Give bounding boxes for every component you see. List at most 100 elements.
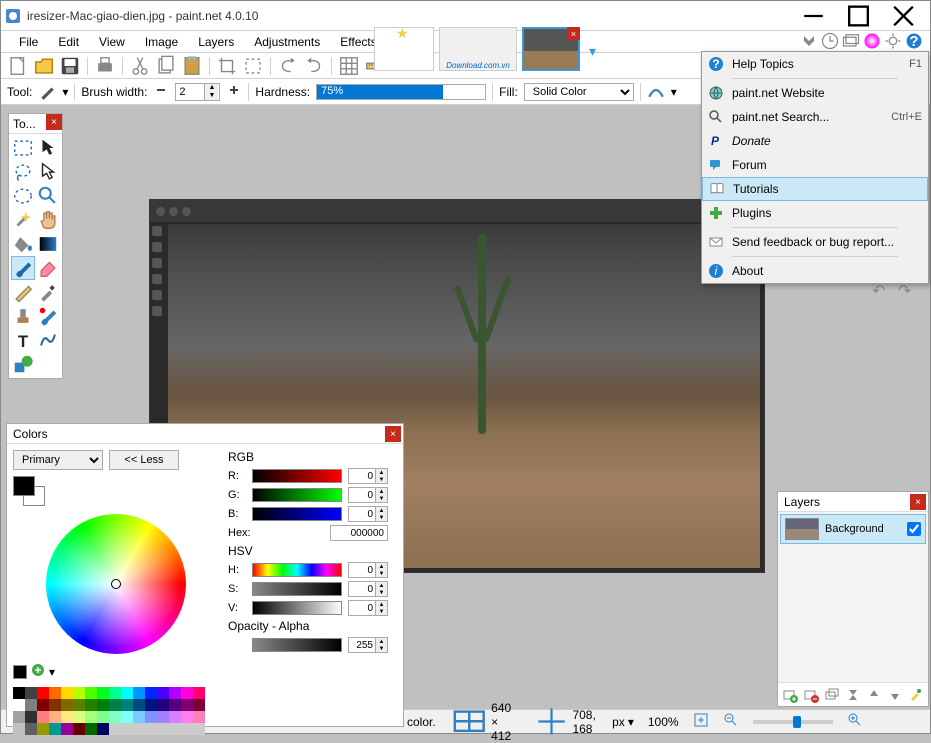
tool-move-pixels[interactable] xyxy=(36,160,60,184)
layer-duplicate-icon[interactable] xyxy=(824,687,840,703)
palette-add-icon[interactable] xyxy=(30,662,46,681)
r-input[interactable]: ▲▼ xyxy=(348,468,388,484)
history-undo-icon[interactable]: ↶ xyxy=(872,281,892,301)
tool-zoom[interactable] xyxy=(36,184,60,208)
palette-color[interactable] xyxy=(25,699,37,711)
brush-width-decrease-icon[interactable] xyxy=(153,82,169,101)
tool-move-selection[interactable] xyxy=(36,136,60,160)
current-color-swatch[interactable] xyxy=(13,665,27,679)
s-slider[interactable] xyxy=(252,582,342,596)
hardness-slider[interactable]: 75% xyxy=(316,84,486,100)
save-file-icon[interactable] xyxy=(59,55,81,77)
palette-color[interactable] xyxy=(193,687,205,699)
v-slider[interactable] xyxy=(252,601,342,615)
layer-visibility-checkbox[interactable] xyxy=(907,522,921,536)
palette-color[interactable] xyxy=(109,711,121,723)
palette-color[interactable] xyxy=(73,723,85,735)
palette-color[interactable] xyxy=(73,711,85,723)
palette-color[interactable] xyxy=(37,699,49,711)
foreground-color-swatch[interactable] xyxy=(13,476,35,496)
palette-color[interactable] xyxy=(133,687,145,699)
palette-color[interactable] xyxy=(121,723,133,735)
menu-image[interactable]: Image xyxy=(135,32,188,52)
crop-icon[interactable] xyxy=(216,55,238,77)
palette-color[interactable] xyxy=(13,711,25,723)
palette-color[interactable] xyxy=(49,723,61,735)
h-input[interactable]: ▲▼ xyxy=(348,562,388,578)
palette-color[interactable] xyxy=(145,711,157,723)
palette-color[interactable] xyxy=(169,723,181,735)
palette-color[interactable] xyxy=(145,723,157,735)
g-slider[interactable] xyxy=(252,488,342,502)
history-toggle-icon[interactable] xyxy=(820,31,840,51)
tool-rectangle-select[interactable] xyxy=(11,136,35,160)
tool-line[interactable] xyxy=(36,328,60,352)
menu-file[interactable]: File xyxy=(9,32,48,52)
tool-color-picker[interactable] xyxy=(36,280,60,304)
cut-icon[interactable] xyxy=(129,55,151,77)
history-redo-icon[interactable]: ↷ xyxy=(898,281,918,301)
tool-pan[interactable] xyxy=(36,208,60,232)
tool-lasso-select[interactable] xyxy=(11,160,35,184)
palette-color[interactable] xyxy=(25,723,37,735)
palette-color[interactable] xyxy=(85,687,97,699)
menu-edit[interactable]: Edit xyxy=(48,32,89,52)
open-file-icon[interactable] xyxy=(33,55,55,77)
color-palette[interactable] xyxy=(13,687,218,735)
palette-color[interactable] xyxy=(37,687,49,699)
palette-color[interactable] xyxy=(37,711,49,723)
g-input[interactable]: ▲▼ xyxy=(348,487,388,503)
tool-pencil[interactable] xyxy=(11,280,35,304)
palette-color[interactable] xyxy=(181,711,193,723)
tool-ellipse-select[interactable] xyxy=(11,184,35,208)
help-menu-about[interactable]: i About xyxy=(702,259,928,283)
zoom-slider[interactable] xyxy=(753,720,833,724)
palette-color[interactable] xyxy=(121,711,133,723)
tool-shapes[interactable] xyxy=(11,352,35,376)
tool-paintbrush[interactable] xyxy=(11,256,35,280)
palette-color[interactable] xyxy=(73,687,85,699)
alpha-slider[interactable] xyxy=(252,638,342,652)
palette-color[interactable] xyxy=(109,699,121,711)
tool-dropdown-icon[interactable]: ▾ xyxy=(62,85,68,99)
help-menu-website[interactable]: paint.net Website xyxy=(702,81,928,105)
layer-properties-icon[interactable] xyxy=(907,687,923,703)
current-tool-icon[interactable] xyxy=(38,83,56,101)
image-thumbnail-close-icon[interactable]: × xyxy=(567,27,580,40)
palette-color[interactable] xyxy=(121,699,133,711)
brush-width-increase-icon[interactable] xyxy=(226,82,242,101)
s-input[interactable]: ▲▼ xyxy=(348,581,388,597)
close-button[interactable] xyxy=(881,2,926,30)
help-menu-forum[interactable]: Forum xyxy=(702,153,928,177)
minimize-button[interactable] xyxy=(791,2,836,30)
palette-color[interactable] xyxy=(97,699,109,711)
layer-item-background[interactable]: Background xyxy=(780,514,926,544)
layer-moveup-icon[interactable] xyxy=(866,687,882,703)
tool-paint-bucket[interactable] xyxy=(11,232,35,256)
palette-color[interactable] xyxy=(61,687,73,699)
new-file-icon[interactable] xyxy=(7,55,29,77)
palette-color[interactable] xyxy=(73,699,85,711)
tools-window-close-icon[interactable]: × xyxy=(46,114,62,130)
palette-color[interactable] xyxy=(49,687,61,699)
fill-select[interactable]: Solid Color xyxy=(524,83,634,101)
help-menu-plugins[interactable]: Plugins xyxy=(702,201,928,225)
menu-adjustments[interactable]: Adjustments xyxy=(244,32,330,52)
palette-color[interactable] xyxy=(133,699,145,711)
b-slider[interactable] xyxy=(252,507,342,521)
r-slider[interactable] xyxy=(252,469,342,483)
palette-color[interactable] xyxy=(121,687,133,699)
settings-icon[interactable] xyxy=(883,31,903,51)
tool-eraser[interactable] xyxy=(36,256,60,280)
menu-layers[interactable]: Layers xyxy=(188,32,244,52)
tool-text[interactable]: T xyxy=(11,328,35,352)
tools-window-title[interactable]: To... × xyxy=(9,114,62,134)
palette-color[interactable] xyxy=(157,687,169,699)
zoom-in-icon[interactable] xyxy=(847,712,863,731)
palette-color[interactable] xyxy=(109,687,121,699)
layers-window-title[interactable]: Layers × xyxy=(778,492,928,512)
palette-color[interactable] xyxy=(13,723,25,735)
palette-color[interactable] xyxy=(193,699,205,711)
palette-color[interactable] xyxy=(169,699,181,711)
antialias-icon[interactable] xyxy=(647,81,665,102)
